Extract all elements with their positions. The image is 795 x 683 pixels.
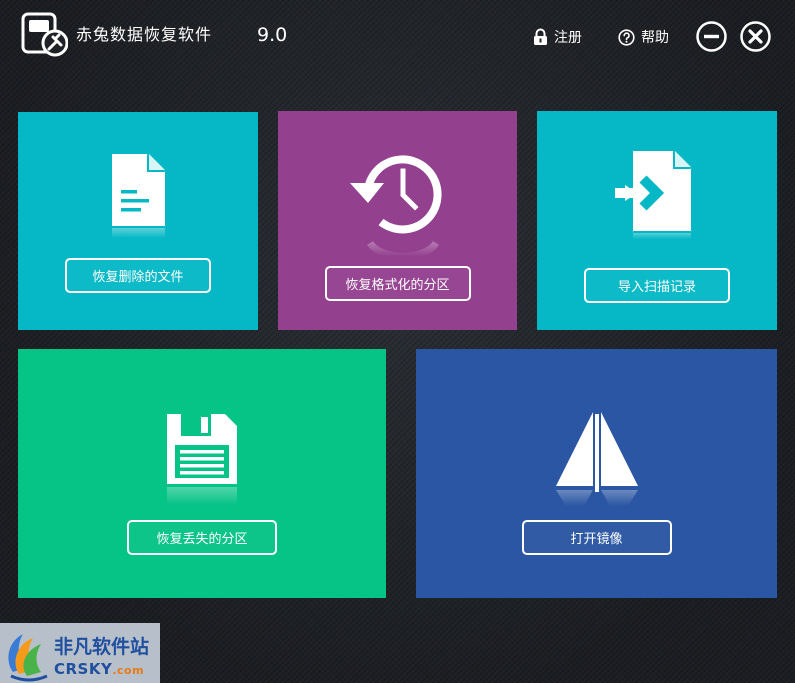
app-title: 赤兔数据恢复软件 bbox=[76, 25, 213, 44]
help-button[interactable]: 帮助 bbox=[618, 26, 669, 48]
register-label: 注册 bbox=[554, 30, 582, 46]
close-icon bbox=[740, 21, 771, 52]
title-bar: 赤兔数据恢复软件 9.0 注册 帮助 bbox=[0, 0, 795, 75]
app-version: 9.0 bbox=[257, 24, 288, 46]
site-watermark: 非凡软件站 CRSKY.com bbox=[0, 623, 160, 683]
recover-formatted-button[interactable]: 恢复格式化的分区 bbox=[324, 266, 471, 301]
tile-recover-lost[interactable]: 恢复丢失的分区 bbox=[18, 349, 386, 598]
recover-lost-button[interactable]: 恢复丢失的分区 bbox=[127, 520, 277, 555]
close-button[interactable] bbox=[740, 21, 771, 52]
document-icon bbox=[103, 152, 173, 238]
history-clock-icon bbox=[348, 147, 448, 257]
recover-deleted-button[interactable]: 恢复删除的文件 bbox=[65, 258, 211, 293]
help-label: 帮助 bbox=[641, 30, 669, 46]
tile-open-image[interactable]: 打开镜像 bbox=[416, 349, 777, 598]
tile-import-scan[interactable]: 导入扫描记录 bbox=[537, 111, 777, 330]
sailboat-icon bbox=[554, 410, 640, 510]
floppy-disk-icon bbox=[165, 412, 239, 508]
import-scan-button[interactable]: 导入扫描记录 bbox=[584, 268, 730, 303]
minimize-button[interactable] bbox=[696, 21, 727, 52]
minimize-icon bbox=[696, 21, 727, 52]
help-icon bbox=[618, 28, 635, 46]
tile-recover-deleted[interactable]: 恢复删除的文件 bbox=[18, 112, 258, 330]
open-image-button[interactable]: 打开镜像 bbox=[521, 520, 672, 555]
register-button[interactable]: 注册 bbox=[533, 26, 582, 48]
import-file-icon bbox=[615, 149, 699, 239]
tile-recover-formatted[interactable]: 恢复格式化的分区 bbox=[278, 111, 517, 330]
watermark-site-domain: CRSKY.com bbox=[54, 660, 145, 678]
app-logo-icon bbox=[20, 12, 69, 58]
watermark-site-name: 非凡软件站 bbox=[54, 636, 150, 658]
watermark-logo-icon bbox=[3, 626, 55, 683]
lock-icon bbox=[533, 28, 548, 46]
